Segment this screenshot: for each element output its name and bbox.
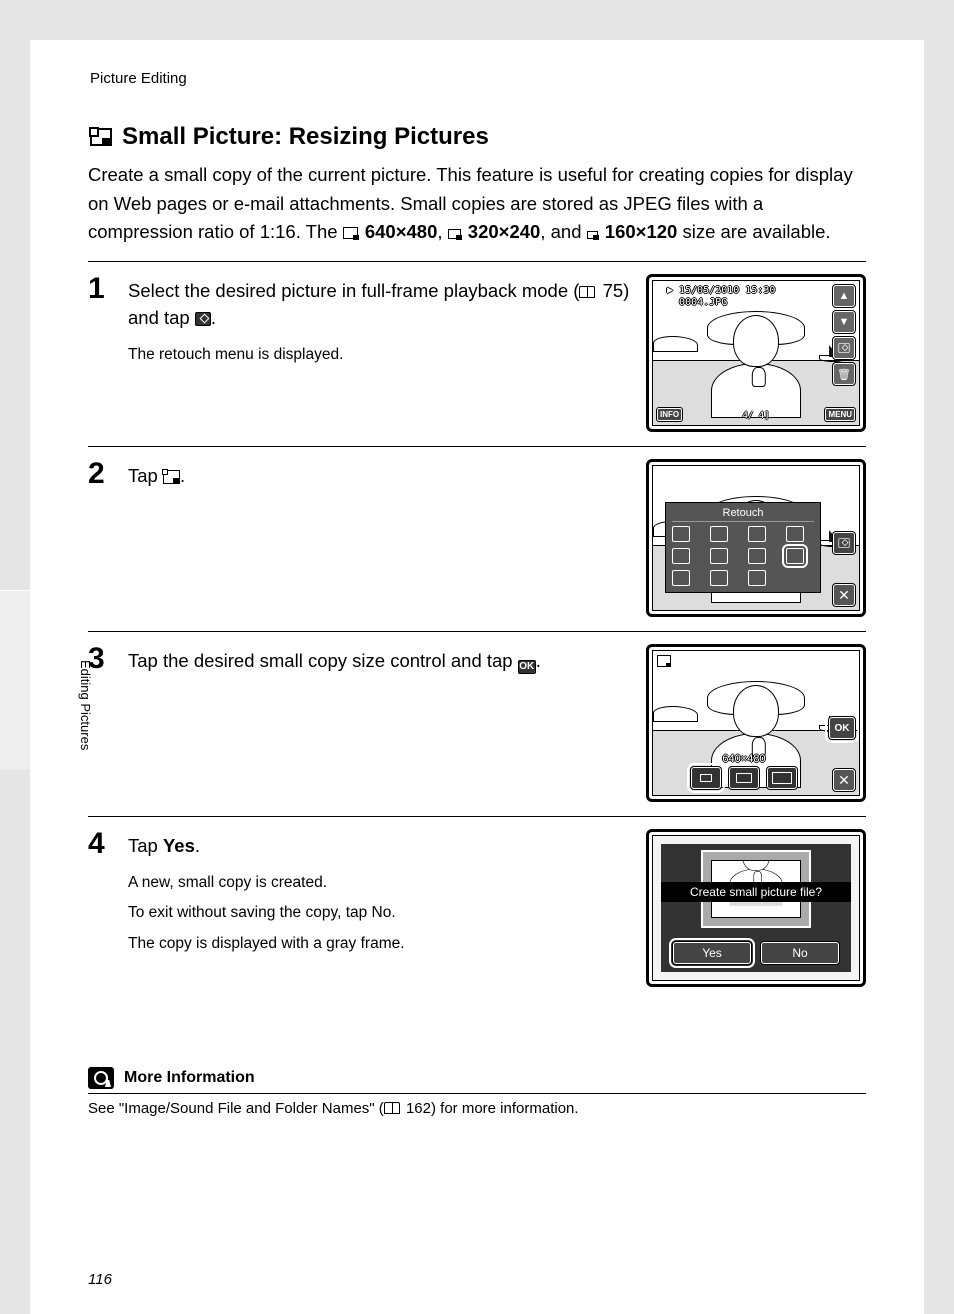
retouch-opt-color[interactable]	[748, 548, 766, 564]
more-info-text-b: ) for more information.	[431, 1100, 579, 1117]
step-2-number: 2	[88, 459, 114, 489]
confirm-no-button[interactable]: No	[761, 942, 839, 964]
manual-ref-icon	[579, 286, 595, 298]
size-label: 640×480	[673, 753, 815, 765]
more-info-body: See "Image/Sound File and Folder Names" …	[88, 1100, 866, 1117]
screen-2: Retouch	[646, 459, 866, 617]
step-4-text-a: Tap	[128, 835, 163, 856]
retouch-opt-paint[interactable]	[710, 570, 728, 586]
small-picture-icon-inline	[163, 470, 180, 484]
retouch-opt-perspective[interactable]	[710, 548, 728, 564]
step-4-sub-3: The copy is displayed with a gray frame.	[128, 931, 632, 957]
step-3-instruction: Tap the desired small copy size control …	[128, 648, 632, 675]
step-4-number: 4	[88, 829, 114, 859]
intro-sep1: ,	[437, 221, 447, 242]
running-header: Picture Editing	[90, 70, 866, 87]
retouch-panel: Retouch	[665, 502, 821, 593]
retouch-opt-dlighting[interactable]	[710, 526, 728, 542]
size-icon-large	[343, 227, 358, 239]
step-4-sub-1: A new, small copy is created.	[128, 870, 632, 896]
step-4-text-b: .	[195, 835, 200, 856]
screen-1-counter: 4/ 4]	[742, 411, 769, 421]
more-info-text-a: See "Image/Sound File and Folder Names" …	[88, 1100, 384, 1117]
screen-3: 640×480 OK ✕	[646, 644, 866, 802]
step-1-instruction: Select the desired picture in full-frame…	[128, 278, 632, 332]
retouch-opt-stretch[interactable]	[672, 548, 690, 564]
step-1-text-c: .	[211, 307, 216, 328]
more-info-title: More Information	[124, 1069, 255, 1087]
size-option-small[interactable]	[691, 767, 721, 789]
section-title-row: Small Picture: Resizing Pictures	[88, 123, 866, 151]
step-2-text-b: .	[180, 465, 185, 486]
retouch-icon	[195, 312, 211, 326]
manual-ref-icon	[384, 1102, 400, 1114]
step-3: 3 Tap the desired small copy size contro…	[88, 631, 866, 802]
retouch-button[interactable]	[833, 337, 855, 359]
ok-icon-inline: OK	[518, 660, 536, 674]
step-1-text-a: Select the desired picture in full-frame…	[128, 280, 579, 301]
intro-paragraph: Create a small copy of the current pictu…	[88, 161, 866, 247]
close-button[interactable]: ✕	[833, 769, 855, 791]
retouch-opt-skin[interactable]	[748, 526, 766, 542]
step-4-instruction: Tap Yes.	[128, 833, 632, 860]
size-option-large[interactable]	[767, 767, 797, 789]
step-1: 1 Select the desired picture in full-fra…	[88, 261, 866, 432]
down-arrow-button[interactable]: ▼	[833, 311, 855, 333]
step-4-yes: Yes	[163, 835, 195, 856]
size-option-medium[interactable]	[729, 767, 759, 789]
retouch-panel-title: Retouch	[672, 507, 814, 522]
side-tab-bg	[0, 590, 30, 770]
retouch-opt-quickfix[interactable]	[672, 526, 690, 542]
menu-button[interactable]: MENU	[825, 408, 855, 421]
page: Editing Pictures Picture Editing Small P…	[30, 40, 924, 1314]
confirm-yes-button[interactable]: Yes	[673, 942, 751, 964]
size-160x120: 160×120	[605, 221, 678, 242]
step-3-text-b: .	[536, 650, 541, 671]
step-2: 2 Tap . Retouch	[88, 446, 866, 617]
note-icon	[88, 1067, 114, 1089]
side-tab-label: Editing Pictures	[78, 660, 93, 750]
retouch-opt-filter[interactable]	[786, 526, 804, 542]
step-3-text-a: Tap the desired small copy size control …	[128, 650, 518, 671]
section-title: Small Picture: Resizing Pictures	[122, 123, 489, 151]
step-4-sub-2: To exit without saving the copy, tap No.	[128, 900, 632, 926]
small-picture-icon	[88, 126, 114, 148]
small-picture-mode-icon	[657, 655, 671, 667]
delete-button[interactable]: 🗑	[833, 363, 855, 385]
step-2-instruction: Tap .	[128, 463, 632, 490]
step-4: 4 Tap Yes. A new, small copy is created.…	[88, 816, 866, 987]
edit-side-button[interactable]	[833, 532, 855, 554]
retouch-opt-rating[interactable]	[672, 570, 690, 586]
confirm-prompt: Create small picture file?	[661, 882, 851, 902]
screen-1: ▶ 15/05/2010 15:30 0004.JPG ▲ ▼ 🗑 INFO 4…	[646, 274, 866, 432]
page-number: 116	[88, 1271, 112, 1288]
close-button[interactable]: ✕	[833, 584, 855, 606]
more-information-note: More Information See "Image/Sound File a…	[88, 1067, 866, 1117]
up-arrow-button[interactable]: ▲	[833, 285, 855, 307]
info-button[interactable]: INFO	[657, 408, 682, 421]
intro-text-2: size are available.	[677, 221, 830, 242]
retouch-opt-voice[interactable]	[748, 570, 766, 586]
retouch-opt-small-picture[interactable]	[786, 548, 804, 564]
size-640x480: 640×480	[365, 221, 438, 242]
step-2-text-a: Tap	[128, 465, 163, 486]
more-info-ref: 162	[406, 1100, 431, 1117]
screen-4: Create small picture file? Yes No	[646, 829, 866, 987]
step-1-number: 1	[88, 274, 114, 304]
size-icon-small	[587, 231, 598, 239]
ok-button[interactable]: OK	[829, 717, 855, 739]
step-1-sub: The retouch menu is displayed.	[128, 342, 632, 368]
intro-sep2: , and	[540, 221, 586, 242]
step-1-ref: 75	[603, 280, 624, 301]
size-320x240: 320×240	[468, 221, 541, 242]
screen-1-osd: ▶ 15/05/2010 15:30 0004.JPG	[667, 285, 775, 309]
size-icon-medium	[448, 229, 461, 239]
